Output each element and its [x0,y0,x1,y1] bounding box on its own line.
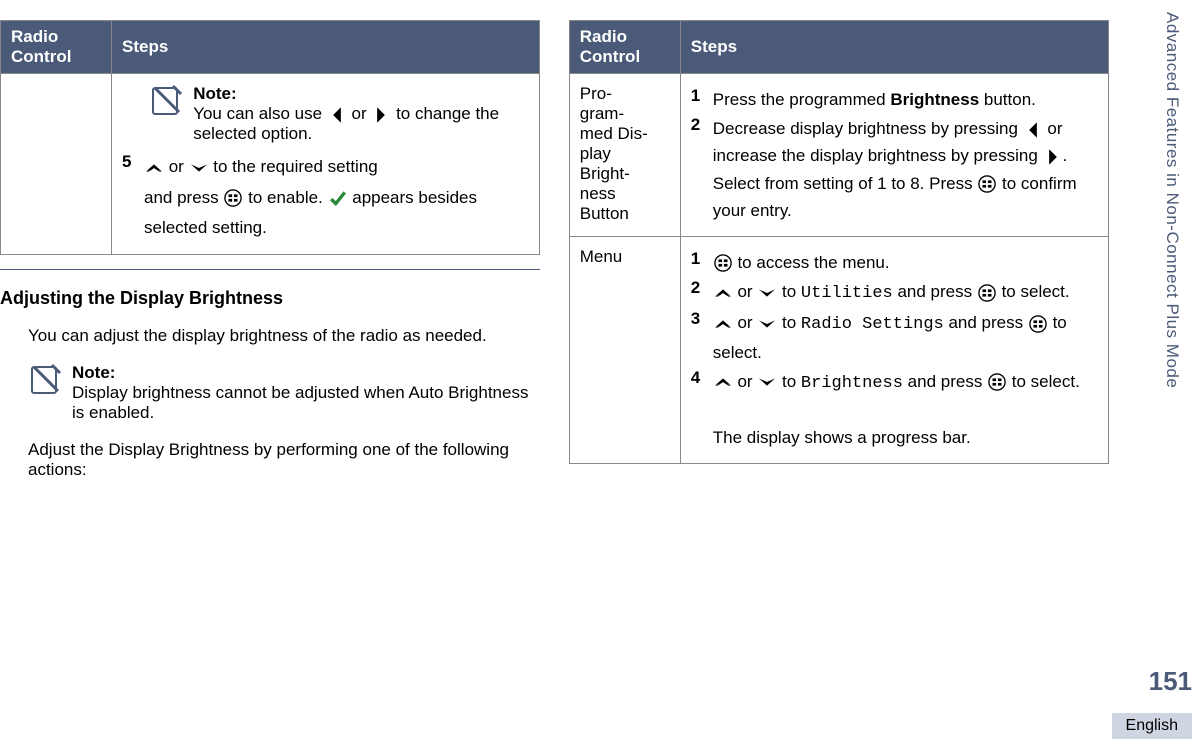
down-icon [758,284,776,302]
table-radio-control-1: Radio Control Steps Note: You can also u… [0,20,540,255]
instruction-text: Adjust the Display Brightness by perform… [28,440,540,480]
side-chapter: Advanced Features in Non-Connect Plus Mo… [1162,12,1182,388]
up-icon [714,315,732,333]
row-label: Menu [569,236,680,463]
step-num: 5 [122,152,144,244]
ok-icon [1029,315,1047,333]
section-title: Adjusting the Display Brightness [0,288,540,309]
note-text: You can also use or to change the select… [193,104,499,143]
row-label: Pro- gram- med Dis- play Bright- ness Bu… [569,74,680,237]
left-icon [1024,121,1042,139]
step-text: Press the programmed Brightness button. [713,86,1098,113]
step-text: or to Utilities and press to select. [713,278,1098,307]
ok-icon [224,189,242,207]
th-steps: Steps [112,21,540,74]
note-icon [149,84,183,118]
step-text: to access the menu. [713,249,1098,276]
note-label: Note: [72,363,115,382]
th-radio-control: Radio Control [1,21,112,74]
ok-icon [978,284,996,302]
step-text: or to Radio Settings and press to select… [713,309,1098,365]
divider [0,269,540,270]
note-label: Note: [193,84,236,103]
note-icon [28,363,62,397]
table-radio-control-2: Radio Control Steps Pro- gram- med Dis- … [569,20,1109,464]
ok-icon [714,254,732,272]
step-text: Decrease display brightness by pressing … [713,115,1098,224]
th-steps: Steps [680,21,1108,74]
down-icon [758,373,776,391]
step-text: or to Brightness and press to select.The… [713,368,1098,452]
page-number: 151 [1149,666,1192,697]
left-icon [328,106,346,124]
right-icon [1044,148,1062,166]
ok-icon [978,175,996,193]
ok-icon [988,373,1006,391]
down-icon [758,315,776,333]
right-icon [372,106,390,124]
up-icon [714,373,732,391]
language-label: English [1112,713,1192,739]
th-radio-control: Radio Control [569,21,680,74]
down-icon [190,159,208,177]
intro-text: You can adjust the display brightness of… [28,326,540,346]
up-icon [714,284,732,302]
note-text: Display brightness cannot be adjusted wh… [72,383,528,422]
check-icon [329,189,347,207]
up-icon [145,159,163,177]
